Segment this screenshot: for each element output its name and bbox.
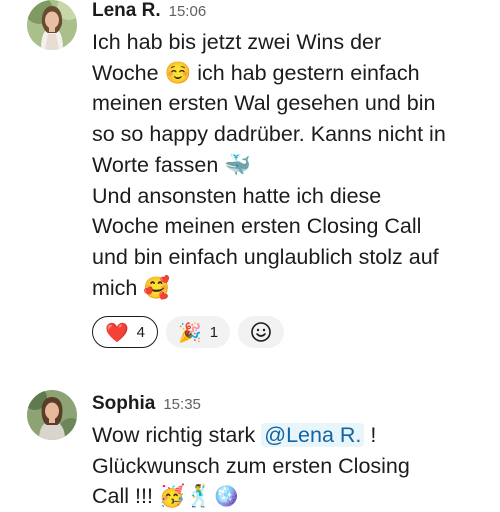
- message-line: Wow richtig stark @Lena R. !: [92, 420, 482, 451]
- message-line: Woche ☺️ ich hab gestern einfach: [92, 60, 420, 85]
- user-mention-link[interactable]: @Lena R.: [261, 423, 365, 447]
- message-line: Worte fassen 🐳: [92, 152, 252, 177]
- party-popper-icon: 🎉: [178, 321, 202, 344]
- message-header: Sophia 15:35: [92, 393, 201, 415]
- message-line: Ich hab bis jetzt zwei Wins der: [92, 30, 382, 54]
- smiley-add-reaction-icon: [251, 322, 271, 342]
- message-line: Call !!! 🥳🕺🪩: [92, 484, 240, 509]
- timestamp[interactable]: 15:06: [169, 3, 207, 20]
- message-line: Glückwunsch zum ersten Closing: [92, 453, 410, 478]
- message-line: meinen ersten Wal gesehen und bin: [92, 91, 436, 116]
- reaction-heart-button[interactable]: ❤️ 4: [92, 316, 159, 348]
- message-line: Und ansonsten hatte ich diese: [92, 183, 382, 208]
- avatar-lena[interactable]: [27, 0, 77, 50]
- message-text: !: [370, 423, 377, 447]
- avatar-sophia[interactable]: [27, 390, 77, 440]
- add-reaction-button[interactable]: [238, 316, 285, 348]
- author-name[interactable]: Sophia: [92, 393, 155, 414]
- message-text: Wow richtig stark: [92, 423, 256, 447]
- message-body: Ich hab bis jetzt zwei Wins der Woche ☺️…: [92, 27, 482, 303]
- author-name[interactable]: Lena R.: [92, 0, 161, 21]
- message-header: Lena R. 15:06: [92, 0, 206, 22]
- reaction-count: 1: [209, 323, 219, 341]
- message-line: so so happy dadrüber. Kanns nicht in: [92, 122, 446, 147]
- message-line: und bin einfach unglaublich stolz auf: [92, 244, 439, 269]
- message-line: Woche meinen ersten Closing Call: [92, 214, 422, 239]
- reaction-party-button[interactable]: 🎉 1: [166, 316, 231, 348]
- reaction-bar: ❤️ 4 🎉 1: [92, 316, 285, 348]
- message-body: Wow richtig stark @Lena R. ! Glückwunsch…: [92, 420, 482, 512]
- reaction-count: 4: [136, 323, 146, 341]
- timestamp[interactable]: 15:35: [163, 396, 201, 413]
- red-heart-icon: ❤️: [105, 321, 129, 344]
- message-line: mich 🥰: [92, 275, 171, 300]
